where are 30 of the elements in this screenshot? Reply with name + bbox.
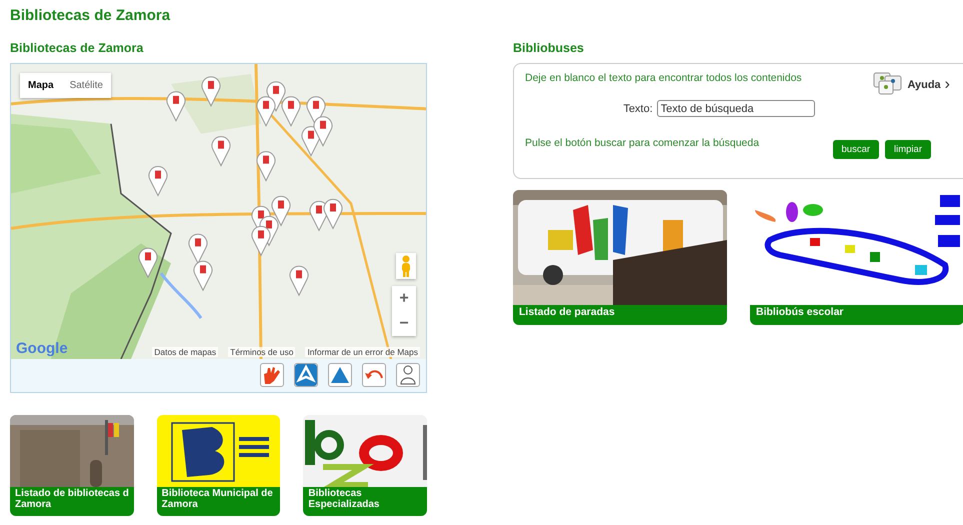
map-type-tab[interactable]: Satélite — [62, 73, 111, 98]
card-caption: Bibliobús escolar — [750, 305, 963, 325]
hint-text: Deje en blanco el texto para encontrar todos los contenidos — [525, 72, 802, 84]
library-card[interactable]: Bibliotecas Especializadas — [303, 415, 428, 516]
card-caption: Listado de bibliotecas d Zamora — [10, 487, 134, 516]
hand-icon[interactable] — [260, 363, 284, 387]
section-heading: Bibliotecas de Zamora — [10, 41, 144, 57]
map-attribution-link[interactable]: Datos de mapas — [152, 347, 218, 357]
search-button[interactable]: buscar — [832, 140, 880, 159]
zoom-out-button[interactable]: − — [392, 311, 416, 336]
page-title: Bibliotecas de Zamora — [10, 7, 172, 26]
instruction-text: Pulse el botón buscar para comenzar la búsqueda — [525, 137, 760, 151]
card-caption: Biblioteca Municipal de Zamora — [156, 487, 280, 516]
figure-icon[interactable] — [396, 363, 420, 387]
search-field[interactable]: Texto de búsqueda — [656, 100, 815, 117]
zoom-in-button[interactable]: + — [392, 286, 416, 311]
library-card[interactable]: Biblioteca Municipal de Zamora — [156, 415, 280, 516]
bibliobus-card[interactable]: Bibliobús escolar — [750, 190, 963, 325]
map-attribution-link[interactable]: Términos de uso — [228, 347, 296, 357]
card-caption: Listado de paradas — [513, 305, 727, 325]
clear-button[interactable]: limpiar — [885, 140, 931, 159]
card-caption: Bibliotecas Especializadas — [303, 487, 428, 516]
compass-icon[interactable] — [294, 363, 318, 387]
field-label: Texto: — [623, 102, 653, 114]
map-type-tab[interactable]: Mapa — [20, 73, 62, 98]
map-attribution-link[interactable]: Informar de un error de Maps — [305, 347, 420, 357]
bibliobus-card[interactable]: Listado de paradas — [513, 190, 727, 325]
library-card[interactable]: Listado de bibliotecas d Zamora — [10, 415, 134, 516]
section-heading: Bibliobuses — [513, 41, 585, 57]
help-link[interactable]: Ayuda › — [873, 72, 950, 98]
